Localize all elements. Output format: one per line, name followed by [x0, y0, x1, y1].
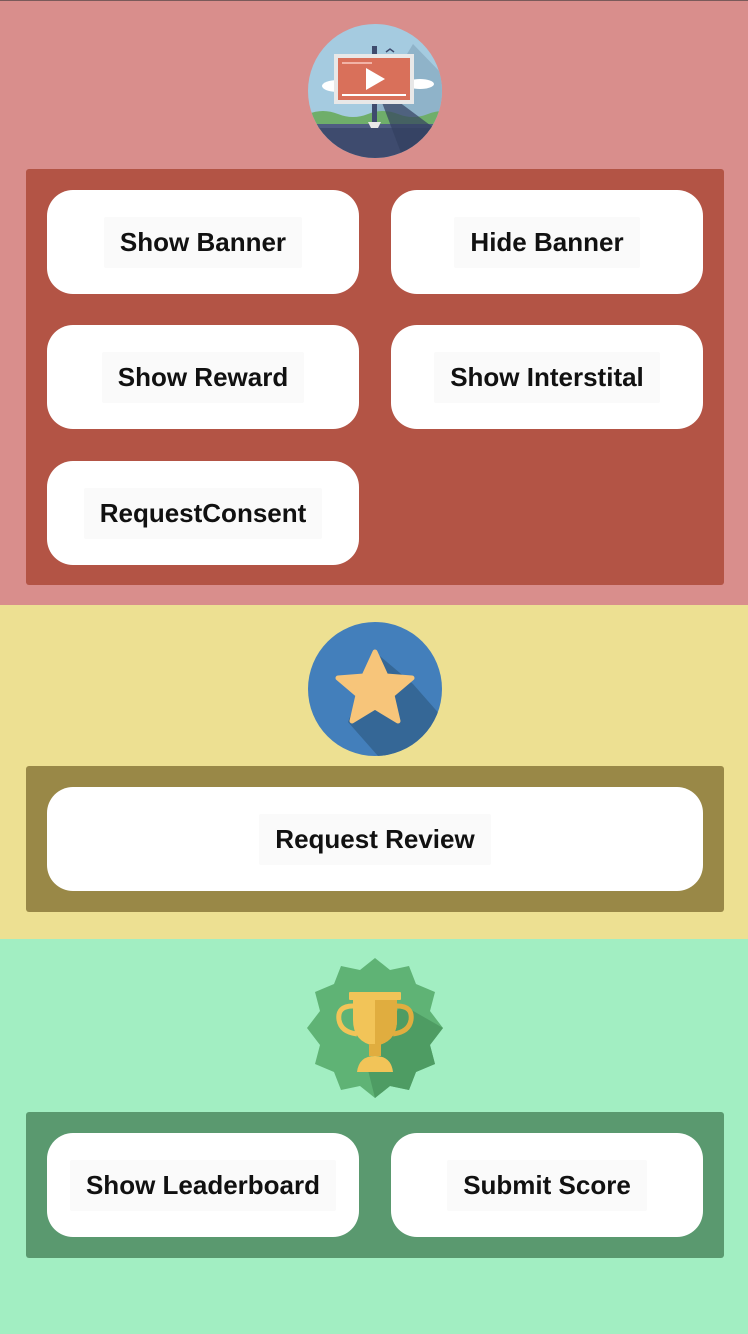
show-reward-label: Show Reward	[101, 351, 305, 403]
star-icon	[308, 622, 442, 756]
request-consent-label: RequestConsent	[83, 487, 323, 539]
show-banner-label: Show Banner	[103, 216, 303, 268]
show-leaderboard-button[interactable]: Show Leaderboard	[47, 1133, 359, 1237]
show-interstitial-label: Show Interstital	[434, 351, 660, 403]
show-leaderboard-label: Show Leaderboard	[69, 1159, 337, 1211]
hide-banner-button[interactable]: Hide Banner	[391, 190, 703, 294]
request-review-label: Request Review	[259, 813, 491, 865]
submit-score-label: Submit Score	[447, 1159, 647, 1211]
review-panel: Request Review	[26, 766, 724, 912]
review-section: Request Review	[0, 605, 748, 939]
hide-banner-label: Hide Banner	[454, 216, 640, 268]
ads-section: Show Banner Hide Banner Show Reward Show…	[0, 0, 748, 605]
show-interstitial-button[interactable]: Show Interstital	[391, 325, 703, 429]
games-panel: Show Leaderboard Submit Score	[26, 1112, 724, 1258]
show-banner-button[interactable]: Show Banner	[47, 190, 359, 294]
video-billboard-icon	[308, 24, 442, 158]
games-section: Show Leaderboard Submit Score	[0, 939, 748, 1334]
ads-panel: Show Banner Hide Banner Show Reward Show…	[26, 169, 724, 585]
submit-score-button[interactable]: Submit Score	[391, 1133, 703, 1237]
trophy-icon	[301, 954, 449, 1102]
show-reward-button[interactable]: Show Reward	[47, 325, 359, 429]
request-consent-button[interactable]: RequestConsent	[47, 461, 359, 565]
request-review-button[interactable]: Request Review	[47, 787, 703, 891]
